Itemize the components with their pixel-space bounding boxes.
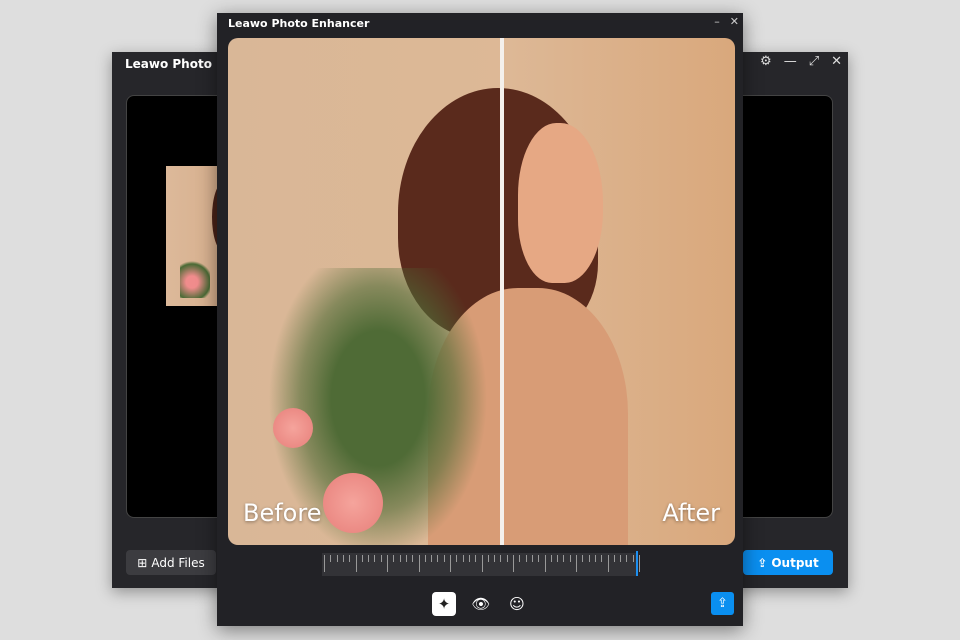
ruler-tick — [506, 555, 508, 562]
ruler-tick — [450, 555, 451, 572]
ruler-tick — [468, 555, 470, 562]
ruler-tick — [462, 555, 464, 562]
ruler-tick — [582, 555, 584, 562]
close-button[interactable]: ✕ — [730, 15, 739, 28]
ruler-tick — [550, 555, 552, 562]
minimize-button[interactable]: — — [784, 54, 797, 69]
ruler-tick — [437, 555, 439, 562]
preview-window: Leawo Photo Enhancer – ✕ Before After ✦ … — [217, 13, 743, 626]
close-button[interactable]: ✕ — [831, 54, 842, 69]
ruler-tick — [475, 555, 477, 562]
ruler-tick — [487, 555, 489, 562]
ruler-tick — [342, 555, 344, 562]
ruler-tick — [639, 555, 640, 572]
maximize-button[interactable]: ⤢ — [809, 54, 819, 69]
ruler-tick — [607, 555, 609, 572]
ruler-tick — [336, 555, 338, 562]
ruler-tick — [456, 555, 458, 562]
ruler-tick — [494, 555, 496, 562]
ruler-tick — [374, 555, 376, 562]
ruler-tick — [361, 555, 363, 562]
minimize-button[interactable]: – — [714, 15, 720, 28]
slider-handle[interactable] — [636, 551, 638, 576]
after-label: After — [662, 499, 720, 527]
before-after-preview[interactable]: Before After — [228, 38, 735, 545]
ruler-tick — [412, 555, 414, 562]
ruler-tick — [399, 555, 401, 562]
ruler-tick — [632, 555, 634, 562]
ruler-tick — [481, 555, 483, 572]
ruler-tick — [601, 555, 603, 562]
ruler-tick — [519, 555, 521, 562]
ruler-tick — [626, 555, 628, 562]
ruler-tick — [594, 555, 596, 562]
ruler-tick — [569, 555, 571, 562]
ruler-tick — [424, 555, 426, 562]
face-enhance-icon[interactable]: ☺ — [505, 592, 529, 616]
upload-icon: ⇪ — [757, 555, 768, 570]
ruler-tick — [557, 555, 559, 562]
ruler-tick — [544, 555, 546, 572]
comparison-divider[interactable] — [500, 38, 504, 545]
ruler-tick — [418, 555, 420, 572]
zoom-slider[interactable] — [322, 551, 640, 576]
upload-icon: ⇪ — [717, 596, 728, 611]
ruler-tick — [349, 555, 351, 562]
add-files-button[interactable]: ⊞ Add Files — [126, 550, 216, 575]
ruler-tick — [393, 555, 395, 562]
ruler-tick — [531, 555, 533, 562]
ruler-tick — [330, 555, 332, 562]
settings-icon[interactable]: ⚙ — [760, 54, 772, 69]
ruler-tick — [538, 555, 540, 562]
output-button[interactable]: ⇪ Output — [743, 550, 833, 575]
ruler-tick — [576, 555, 577, 572]
ruler-tick — [368, 555, 370, 562]
export-button[interactable]: ⇪ — [711, 592, 734, 615]
ruler-tick — [588, 555, 590, 562]
ruler-tick — [500, 555, 502, 562]
eye-preview-icon[interactable]: 👁 — [469, 592, 493, 616]
ruler-tick — [355, 555, 357, 572]
enhance-wand-icon[interactable]: ✦ — [432, 592, 456, 616]
ruler-tick — [525, 555, 527, 562]
add-file-icon: ⊞ — [137, 555, 148, 570]
ruler-tick — [563, 555, 565, 562]
ruler-tick — [613, 555, 615, 562]
ruler-tick — [324, 555, 325, 572]
ruler-tick — [513, 555, 514, 572]
ruler-tick — [443, 555, 445, 562]
ruler-tick — [405, 555, 407, 562]
ruler-tick — [620, 555, 622, 562]
preview-window-title: Leawo Photo Enhancer — [228, 17, 370, 30]
ruler-tick — [387, 555, 388, 572]
before-label: Before — [243, 499, 322, 527]
ruler-tick — [431, 555, 433, 562]
ruler-tick — [380, 555, 382, 562]
